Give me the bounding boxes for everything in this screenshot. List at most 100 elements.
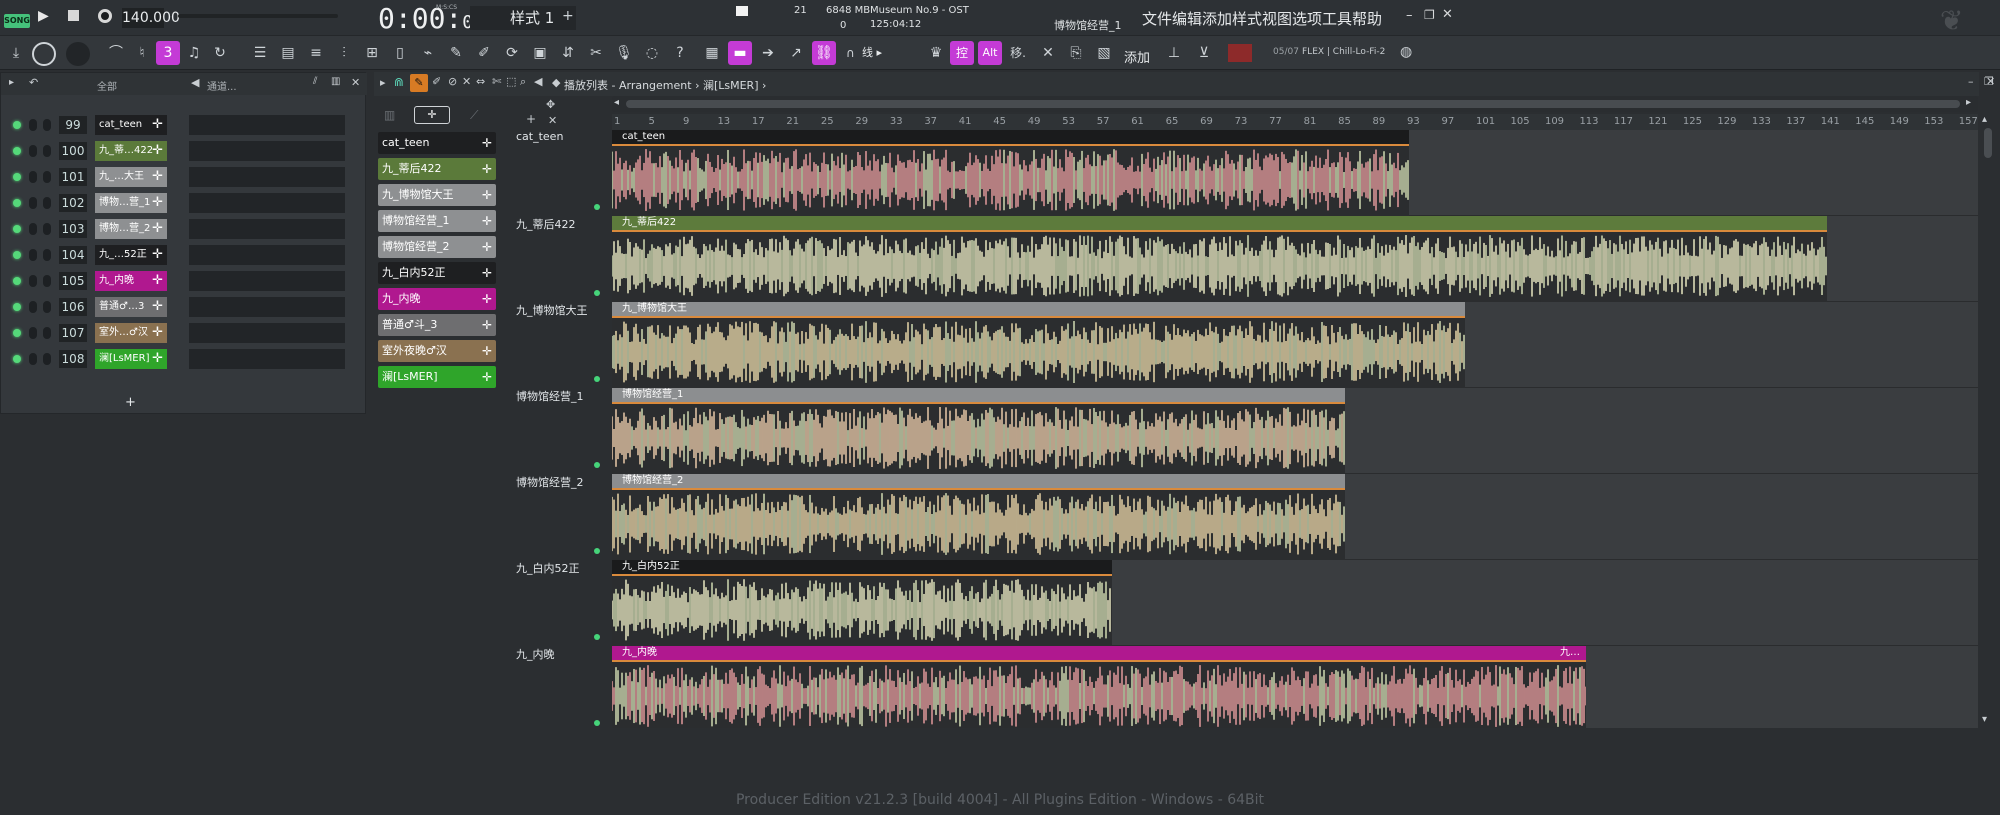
channel-step-area[interactable]	[189, 297, 345, 317]
magnet-icon[interactable]: ⋒	[394, 75, 404, 89]
channel-mixer-number[interactable]: 108	[59, 350, 87, 368]
channel-name-button[interactable]: 室外…♂汉 ✛	[95, 323, 167, 343]
picker-item[interactable]: 九_博物馆大王 ✛	[378, 184, 496, 206]
channel-mixer-number[interactable]: 105	[59, 272, 87, 290]
channel-mixer-number[interactable]: 104	[59, 246, 87, 264]
channel-name-button[interactable]: 澜[LsMER] ✛	[95, 349, 167, 369]
channel-volume-knob[interactable]	[29, 301, 37, 313]
audio-clip[interactable]: 博物馆经营_2	[612, 474, 1345, 560]
channel-volume-knob[interactable]	[29, 327, 37, 339]
channel-row[interactable]: 99 cat_teen ✛	[1, 113, 367, 137]
scroll-left-icon[interactable]: ◂	[614, 97, 619, 108]
filter-all[interactable]: 全部	[97, 78, 117, 93]
add-track-icon[interactable]: +	[526, 112, 536, 126]
picker-item[interactable]: 室外夜晚♂汉 ✛	[378, 340, 496, 362]
picker-item[interactable]: 九_内晚 ✛	[378, 288, 496, 310]
track-name[interactable]: cat_teen	[516, 130, 563, 143]
picker-item[interactable]: cat_teen ✛	[378, 132, 496, 154]
channel-volume-knob[interactable]	[29, 223, 37, 235]
channel-pan-knob[interactable]	[43, 249, 51, 261]
channel-volume-knob[interactable]	[29, 353, 37, 365]
ctrl-toggle[interactable]: 控	[950, 41, 974, 65]
channel-volume-knob[interactable]	[29, 275, 37, 287]
alt-toggle[interactable]: Alt	[978, 41, 1002, 65]
file-icon[interactable]: ▯	[388, 41, 412, 65]
typing-keyboard-icon[interactable]: ⌒	[104, 41, 128, 65]
menu-item-5[interactable]: 选项	[1292, 8, 1322, 29]
delete-icon[interactable]: ✕	[1036, 41, 1060, 65]
channel-row[interactable]: 108 澜[LsMER] ✛	[1, 347, 367, 371]
paste-icon[interactable]: ▧	[1092, 41, 1116, 65]
tuning-fork-icon[interactable]: ⊥	[1162, 41, 1186, 65]
track-name[interactable]: 九_白内52正	[516, 560, 580, 576]
channel-pan-knob[interactable]	[43, 145, 51, 157]
channel-step-area[interactable]	[189, 141, 345, 161]
tool-delete-icon[interactable]: ⊘	[448, 75, 457, 88]
channel-pan-knob[interactable]	[43, 197, 51, 209]
track-mute-dot[interactable]	[594, 634, 600, 640]
channel-mixer-number[interactable]: 107	[59, 324, 87, 342]
playlist-minimize-icon[interactable]: –	[1968, 75, 1974, 88]
tempo-display[interactable]: 140.000	[122, 8, 180, 28]
channel-step-area[interactable]	[189, 167, 345, 187]
channel-name-button[interactable]: 博物…营_1 ✛	[95, 193, 167, 213]
piano-roll-icon[interactable]: ▤	[276, 41, 300, 65]
pattern-selector[interactable]: 样式 1	[470, 6, 576, 30]
channel-mute-led[interactable]	[13, 199, 21, 207]
move-button[interactable]: 移.	[1006, 41, 1030, 65]
clip-title[interactable]: 博物馆经营_1	[612, 388, 1345, 402]
playlist-close-icon-visible[interactable]: ✕	[1986, 75, 1995, 88]
globe-icon[interactable]: ◍	[1400, 44, 1412, 60]
refresh-icon[interactable]: ⟳	[500, 41, 524, 65]
channel-volume-knob[interactable]	[29, 145, 37, 157]
tool-paint-icon[interactable]: ✐	[432, 75, 441, 88]
channel-volume-knob[interactable]	[29, 119, 37, 131]
channel-step-area[interactable]	[189, 323, 345, 343]
track-mute-dot[interactable]	[594, 376, 600, 382]
scroll-down-icon[interactable]: ▾	[1982, 714, 1987, 725]
tool-select-icon[interactable]: ⬚	[506, 75, 516, 88]
download-icon[interactable]: ⤓	[4, 41, 28, 65]
channel-volume-knob[interactable]	[29, 249, 37, 261]
track-name[interactable]: 博物馆经营_1	[516, 388, 584, 404]
channel-mixer-number[interactable]: 100	[59, 142, 87, 160]
scroll-thumb[interactable]	[626, 100, 1960, 108]
picker-item[interactable]: 普通♂斗_3 ✛	[378, 314, 496, 336]
scroll-right-icon[interactable]: ▸	[1966, 97, 1971, 108]
meter-icon[interactable]: ▬	[728, 41, 752, 65]
arrow-right-icon[interactable]: ➔	[756, 41, 780, 65]
channel-mixer-number[interactable]: 106	[59, 298, 87, 316]
menu-item-4[interactable]: 视图	[1262, 8, 1292, 29]
menu-item-6[interactable]: 工具	[1322, 8, 1352, 29]
help-icon[interactable]: ?	[668, 41, 692, 65]
tool-slice-icon[interactable]: ✄	[492, 75, 501, 88]
loop-record-icon[interactable]: ↻	[208, 41, 232, 65]
playlist-menu-icon[interactable]: ▸	[380, 76, 386, 89]
horizontal-scroll[interactable]: ◂ ▸	[612, 96, 1978, 112]
channel-name-button[interactable]: 九_…52正 ✛	[95, 245, 167, 265]
channel-step-area[interactable]	[189, 271, 345, 291]
picker-item[interactable]: 博物馆经营_2 ✛	[378, 236, 496, 258]
picker-auto-icon[interactable]: ⟋	[470, 108, 478, 123]
tool-play-icon[interactable]: ◀	[534, 75, 542, 88]
song-mode-badge[interactable]: SONG	[4, 14, 30, 28]
audio-clip[interactable]: 九_蒂后422	[612, 216, 1828, 302]
channel-mute-led[interactable]	[13, 303, 21, 311]
undo-icon[interactable]: ↶	[29, 76, 38, 89]
menu-item-1[interactable]: 编辑	[1172, 8, 1202, 29]
snap-arrows-icon[interactable]: ✥	[546, 98, 555, 111]
clip-title[interactable]: 博物馆经营_2	[612, 474, 1345, 488]
graph-icon[interactable]: ⫽	[313, 76, 317, 87]
channel-name-button[interactable]: 普通♂…3 ✛	[95, 297, 167, 317]
timeline-ruler[interactable]: 1 5 9 13 17 21 25 29 33 37 41 45 49 53 57 61 65 69 73 77 81 8…	[612, 114, 1978, 130]
channel-mute-led[interactable]	[13, 251, 21, 259]
clip-title[interactable]: 九_蒂后422	[612, 216, 1828, 230]
metronome-icon[interactable]: ♮	[130, 41, 154, 65]
picker-item[interactable]: 澜[LsMER] ✛	[378, 366, 496, 388]
arrangement-area[interactable]: cat_teen 九_蒂后422 九_博物馆大王 博物馆经营_1 博物馆经营_2 九_白内…	[612, 130, 1978, 728]
track-mute-dot[interactable]	[594, 204, 600, 210]
save-icon[interactable]: ▣	[528, 41, 552, 65]
draw-icon[interactable]: ↗	[784, 41, 808, 65]
picker-pattern-icon[interactable]: ✛	[414, 106, 450, 124]
vertical-scrollbar[interactable]: ▴ ▾	[1978, 114, 1998, 728]
